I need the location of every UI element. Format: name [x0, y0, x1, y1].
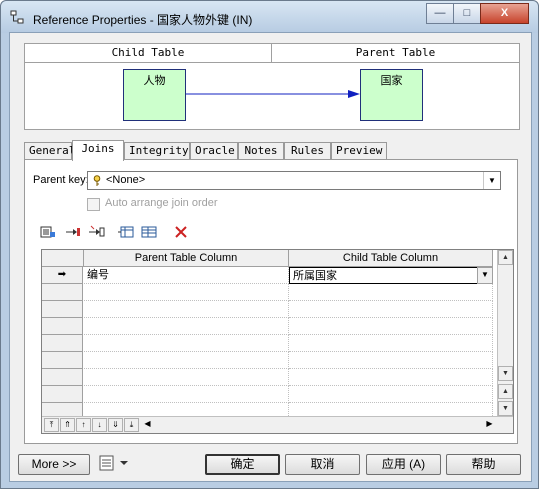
move-row-up-icon[interactable]: ↑	[76, 418, 91, 432]
scroll-down-icon[interactable]: ▼	[498, 366, 513, 381]
parent-key-label: Parent key:	[33, 174, 89, 186]
parent-column-cell[interactable]	[84, 386, 289, 403]
tab-joins[interactable]: Joins	[72, 140, 124, 161]
row-header[interactable]	[42, 352, 83, 369]
parent-column-cell[interactable]	[84, 284, 289, 301]
parent-key-select[interactable]: <None> ▼	[87, 171, 501, 190]
move-up-icon[interactable]: ▲	[498, 384, 513, 399]
tab-notes[interactable]: Notes	[238, 142, 284, 159]
child-column-dropdown[interactable]: ▼	[477, 267, 493, 284]
scroll-up-icon[interactable]: ▲	[498, 250, 513, 265]
ok-button[interactable]: 确定	[205, 454, 280, 475]
maximize-button[interactable]: □	[453, 3, 481, 24]
help-button[interactable]: 帮助	[446, 454, 521, 475]
chevron-down-icon[interactable]: ▼	[481, 270, 489, 279]
parent-key-value: <None>	[106, 174, 146, 186]
move-bottom-icon[interactable]: ⤓	[124, 418, 139, 432]
child-column-cell[interactable]	[289, 386, 493, 403]
apply-button[interactable]: 应用 (A)	[366, 454, 441, 475]
child-column-cell[interactable]	[289, 369, 493, 386]
tab-integrity[interactable]: Integrity	[124, 142, 190, 159]
parent-table-header: Parent Table	[272, 44, 519, 63]
minimize-icon: —	[434, 7, 446, 19]
move-page-down-icon[interactable]: ⇓	[108, 418, 123, 432]
chevron-down-icon[interactable]: ▼	[483, 172, 500, 189]
reference-diagram: Child Table Parent Table 人物 国家	[24, 43, 520, 130]
maximize-icon: □	[463, 7, 471, 19]
parent-entity: 国家	[360, 69, 423, 121]
close-button[interactable]: X	[480, 3, 529, 24]
tab-preview[interactable]: Preview	[331, 142, 387, 159]
parent-column-header[interactable]: Parent Table Column	[84, 250, 289, 267]
row-header[interactable]	[42, 335, 83, 352]
child-column-cell[interactable]	[289, 335, 493, 352]
row-header[interactable]	[42, 301, 83, 318]
scroll-left-icon[interactable]: ◀	[140, 418, 155, 432]
reference-properties-window: Reference Properties - 国家人物外键 (IN) — □ X…	[0, 0, 539, 489]
insert-row-icon[interactable]	[65, 225, 81, 242]
dialog-body: Child Table Parent Table 人物 国家 General J…	[9, 32, 532, 482]
row-header[interactable]	[42, 386, 83, 403]
menu-icon	[99, 455, 128, 471]
more-button[interactable]: More >>	[18, 454, 90, 475]
move-row-down-icon[interactable]: ↓	[92, 418, 107, 432]
properties-tool-icon[interactable]	[40, 225, 56, 242]
auto-arrange-checkbox[interactable]	[87, 198, 100, 211]
row-header[interactable]	[42, 369, 83, 386]
joins-panel: Parent key: <None> ▼ Auto arrange join o…	[24, 159, 518, 444]
cancel-button[interactable]: 取消	[285, 454, 360, 475]
add-row-icon[interactable]	[88, 225, 106, 242]
close-icon: X	[500, 7, 509, 19]
vertical-scrollbar[interactable]: ▲ ▼ ▲ ▼	[497, 250, 513, 416]
parent-column-cell[interactable]: 编号	[84, 267, 289, 284]
child-column-cell[interactable]	[289, 284, 493, 301]
grid-columns-icon[interactable]	[140, 225, 158, 242]
tab-oracle[interactable]: Oracle	[190, 142, 238, 159]
parent-column-cell[interactable]	[84, 369, 289, 386]
parent-column-cell[interactable]	[84, 301, 289, 318]
child-table-header: Child Table	[25, 44, 272, 63]
delete-icon[interactable]	[174, 225, 188, 242]
child-column-header[interactable]: Child Table Column	[289, 250, 493, 267]
child-column-cell[interactable]	[289, 301, 493, 318]
row-header[interactable]: ➡	[42, 267, 83, 284]
move-down-icon[interactable]: ▼	[498, 401, 513, 416]
row-header[interactable]	[42, 318, 83, 335]
window-title: Reference Properties - 国家人物外键 (IN)	[33, 13, 253, 27]
row-header[interactable]	[42, 284, 83, 301]
parent-column-cell[interactable]	[84, 318, 289, 335]
minimize-button[interactable]: —	[426, 3, 454, 24]
tab-general[interactable]: General	[24, 142, 75, 159]
current-row-arrow-icon: ➡	[57, 269, 67, 280]
parent-column-cell[interactable]	[84, 352, 289, 369]
child-column-cell[interactable]: 所属国家	[289, 267, 493, 284]
move-page-up-icon[interactable]: ⇑	[60, 418, 75, 432]
title-bar[interactable]: Reference Properties - 国家人物外键 (IN) — □ X	[1, 1, 538, 33]
child-column-cell[interactable]	[289, 318, 493, 335]
child-entity: 人物	[123, 69, 186, 121]
child-column-cell[interactable]	[289, 352, 493, 369]
key-icon	[93, 175, 101, 186]
parent-column-cell[interactable]	[84, 335, 289, 352]
scroll-right-icon[interactable]: ▶	[482, 418, 497, 432]
reference-icon	[10, 10, 24, 24]
auto-arrange-label: Auto arrange join order	[105, 197, 218, 209]
horizontal-scrollbar[interactable]: ⤒ ⇑ ↑ ↓ ⇓ ⤓ ◀ ▶	[42, 416, 513, 433]
move-top-icon[interactable]: ⤒	[44, 418, 59, 432]
grid-corner	[42, 250, 84, 267]
tab-rules[interactable]: Rules	[284, 142, 331, 159]
menu-button[interactable]	[94, 454, 134, 475]
columns-icon[interactable]	[117, 225, 135, 242]
joins-grid: Parent Table Column Child Table Column ➡…	[41, 249, 514, 434]
reference-link-arrow	[186, 90, 360, 98]
